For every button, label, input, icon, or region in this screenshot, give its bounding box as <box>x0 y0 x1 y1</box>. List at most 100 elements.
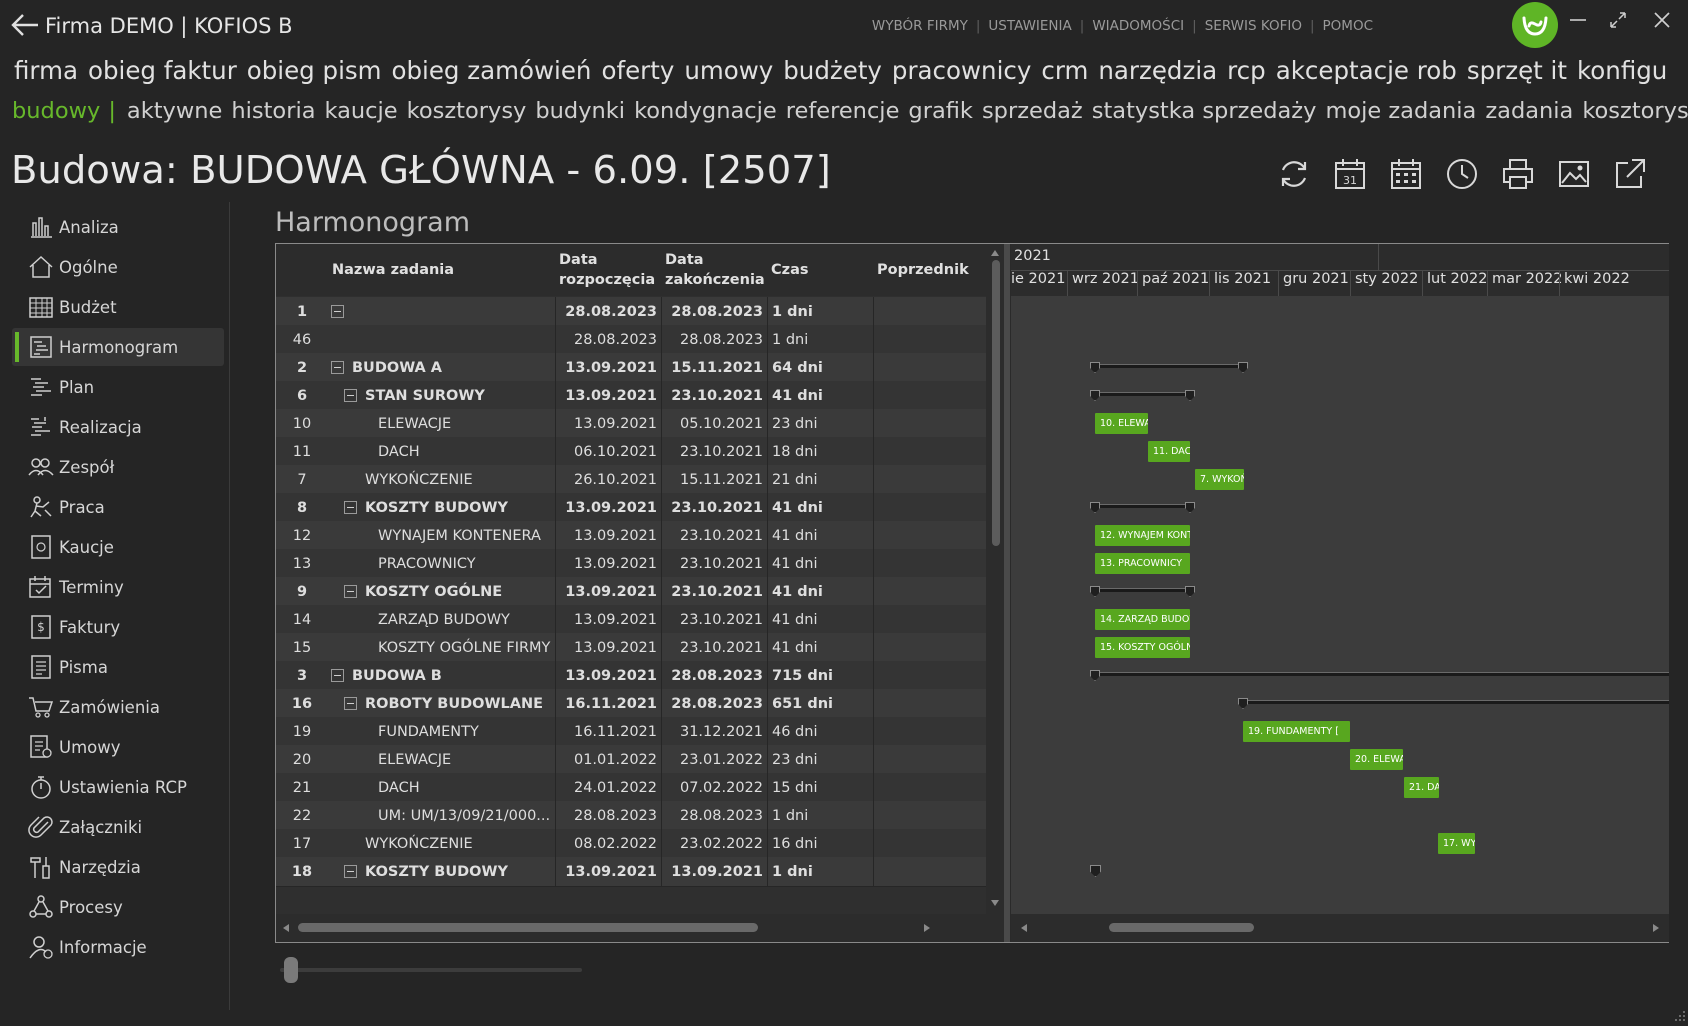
sidebar-item-procesy[interactable]: Procesy <box>12 888 224 926</box>
col-header-end[interactable]: Data zakończenia <box>661 244 767 296</box>
image-icon[interactable] <box>1556 156 1592 192</box>
table-row[interactable]: 3 BUDOWA B 13.09.2021 28.08.2023 715 dni <box>276 661 986 691</box>
sidebar-item-harmonogram[interactable]: Harmonogram <box>12 328 224 366</box>
subnav-kosztorysy[interactable]: kosztorysy <box>407 98 527 124</box>
nav-pracownicy[interactable]: pracownicy <box>892 56 1031 85</box>
close-icon[interactable] <box>1651 9 1673 31</box>
table-row[interactable]: 14 ZARZĄD BUDOWY 13.09.2021 23.10.2021 41 dn… <box>276 605 986 635</box>
subnav-historia[interactable]: historia <box>231 98 315 124</box>
gantt-milestone[interactable] <box>1090 865 1101 877</box>
sidebar-item-kaucje[interactable]: Kaucje <box>12 528 224 566</box>
gantt-task-bar[interactable]: 7. WYKOŃCZENIE <box>1195 469 1244 490</box>
zoom-slider-thumb[interactable] <box>284 957 298 983</box>
gantt-task-bar[interactable]: 10. ELEWACJE <box>1095 413 1148 434</box>
table-row[interactable]: 21 DACH 24.01.2022 07.02.2022 15 dni <box>276 773 986 803</box>
table-row[interactable]: 9 KOSZTY OGÓLNE 13.09.2021 23.10.2021 41 dni <box>276 577 986 607</box>
minimize-icon[interactable] <box>1567 9 1589 31</box>
link-choose-company[interactable]: WYBÓR FIRMY <box>872 18 968 34</box>
gantt-task-bar[interactable]: 21. DACH <box>1404 777 1439 798</box>
refresh-icon[interactable] <box>1276 156 1312 192</box>
nav-obieg-pism[interactable]: obieg pism <box>247 56 382 85</box>
collapse-toggle-icon[interactable] <box>344 501 357 514</box>
chart-horizontal-scroll-thumb[interactable] <box>1109 923 1254 932</box>
nav-obieg-zamowien[interactable]: obieg zamówień <box>392 56 592 85</box>
gantt-task-bar[interactable]: 14. ZARZĄD BUDOWY <box>1095 609 1190 630</box>
collapse-toggle-icon[interactable] <box>344 697 357 710</box>
subnav-kosztorysy-2[interactable]: kosztorysy <box>1582 98 1688 124</box>
table-row[interactable]: 12 WYNAJEM KONTENERA 13.09.2021 23.10.2021 4… <box>276 521 986 551</box>
nav-narzedzia[interactable]: narzędzia <box>1098 56 1217 85</box>
clock-icon[interactable] <box>1444 156 1480 192</box>
sidebar-item-ogolne[interactable]: Ogólne <box>12 248 224 286</box>
subnav-grafik[interactable]: grafik <box>908 98 973 124</box>
sidebar-item-zalaczniki[interactable]: Załączniki <box>12 808 224 846</box>
collapse-toggle-icon[interactable] <box>331 305 344 318</box>
col-header-predecessor[interactable]: Poprzednik <box>873 244 986 296</box>
scroll-left-icon[interactable] <box>283 924 289 932</box>
col-header-duration[interactable]: Czas <box>767 244 873 296</box>
link-messages[interactable]: WIADOMOŚCI <box>1092 18 1184 34</box>
gantt-task-bar[interactable]: 15. KOSZTY OGÓLNE FIRMY <box>1095 637 1190 658</box>
nav-sprzet-it[interactable]: sprzęt it <box>1467 56 1567 85</box>
subnav-moje-zadania[interactable]: moje zadania <box>1325 98 1476 124</box>
chart-scroll-left-icon[interactable] <box>1021 924 1027 932</box>
nav-rcp[interactable]: rcp <box>1227 56 1266 85</box>
gantt-task-bar[interactable]: 17. WYKOŃCZENIE <box>1438 833 1475 854</box>
calendar-month-icon[interactable] <box>1388 156 1424 192</box>
scroll-up-icon[interactable] <box>991 250 999 256</box>
subnav-kondygnacje[interactable]: kondygnacje <box>634 98 777 124</box>
table-row[interactable]: 2 BUDOWA A 13.09.2021 15.11.2021 64 dni <box>276 353 986 383</box>
table-row[interactable]: 13 PRACOWNICY 13.09.2021 23.10.2021 41 dni <box>276 549 986 579</box>
sidebar-item-praca[interactable]: Praca <box>12 488 224 526</box>
subnav-zadania[interactable]: zadania <box>1485 98 1573 124</box>
sidebar-item-zespol[interactable]: Zespół <box>12 448 224 486</box>
back-arrow-icon[interactable] <box>10 12 40 38</box>
grid-horizontal-scroll-thumb[interactable] <box>298 923 758 932</box>
calendar-day-icon[interactable]: 31 <box>1332 156 1368 192</box>
sidebar-item-pisma[interactable]: Pisma <box>12 648 224 686</box>
nav-crm[interactable]: crm <box>1041 56 1088 85</box>
sidebar-item-zamowienia[interactable]: Zamówienia <box>12 688 224 726</box>
col-header-start[interactable]: Data rozpoczęcia <box>555 244 661 296</box>
table-row[interactable]: 46 28.08.2023 28.08.2023 1 dni <box>276 325 986 355</box>
table-row[interactable]: 11 DACH 06.10.2021 23.10.2021 18 dni <box>276 437 986 467</box>
sidebar-item-plan[interactable]: Plan <box>12 368 224 406</box>
gantt-task-bar[interactable]: 19. FUNDAMENTY [ <box>1243 721 1350 742</box>
maximize-icon[interactable] <box>1607 9 1629 31</box>
gantt-task-bar[interactable]: 12. WYNAJEM KONTENERA <box>1095 525 1190 546</box>
gantt-task-bar[interactable]: 20. ELEWACJE <box>1350 749 1403 770</box>
external-link-icon[interactable] <box>1612 156 1648 192</box>
sidebar-item-budzet[interactable]: Budżet <box>12 288 224 326</box>
nav-firma[interactable]: firma <box>14 56 78 85</box>
sidebar-item-terminy[interactable]: Terminy <box>12 568 224 606</box>
collapse-toggle-icon[interactable] <box>344 865 357 878</box>
grid-chart-splitter[interactable] <box>1004 244 1010 942</box>
zoom-slider-track[interactable] <box>280 968 582 972</box>
table-row[interactable]: 7 WYKOŃCZENIE 26.10.2021 15.11.2021 21 dni <box>276 465 986 495</box>
table-row[interactable]: 19 FUNDAMENTY 16.11.2021 31.12.2021 46 dni <box>276 717 986 747</box>
table-row[interactable]: 16 ROBOTY BUDOWLANE 16.11.2021 28.08.2023 65… <box>276 689 986 719</box>
link-settings[interactable]: USTAWIENIA <box>988 18 1071 34</box>
table-row[interactable]: 18 KOSZTY BUDOWY 13.09.2021 13.09.2021 1 dni <box>276 857 986 887</box>
sidebar-item-narzedzia[interactable]: Narzędzia <box>12 848 224 886</box>
nav-obieg-faktur[interactable]: obieg faktur <box>88 56 237 85</box>
sidebar-item-informacje[interactable]: Informacje <box>12 928 224 966</box>
gantt-summary-bar[interactable] <box>1090 390 1195 401</box>
table-row[interactable]: 6 STAN SUROWY 13.09.2021 23.10.2021 41 dni <box>276 381 986 411</box>
collapse-toggle-icon[interactable] <box>344 585 357 598</box>
scroll-right-icon[interactable] <box>924 924 930 932</box>
link-help[interactable]: POMOC <box>1323 18 1373 34</box>
kofio-logo[interactable] <box>1512 2 1558 48</box>
subnav-kaucje[interactable]: kaucje <box>325 98 398 124</box>
nav-umowy[interactable]: umowy <box>684 56 773 85</box>
subnav-aktywne[interactable]: aktywne <box>127 98 222 124</box>
subnav-statystka-sprzedazy[interactable]: statystka sprzedaży <box>1092 98 1317 124</box>
sidebar-item-analiza[interactable]: Analiza <box>12 208 224 246</box>
table-row[interactable]: 20 ELEWACJE 01.01.2022 23.01.2022 23 dni <box>276 745 986 775</box>
gantt-task-bar[interactable]: 13. PRACOWNICY <box>1095 553 1190 574</box>
sidebar-item-umowy[interactable]: Umowy <box>12 728 224 766</box>
nav-akceptacje-rob[interactable]: akceptacje rob <box>1276 56 1457 85</box>
table-row[interactable]: 8 KOSZTY BUDOWY 13.09.2021 23.10.2021 41 dni <box>276 493 986 523</box>
gantt-summary-bar[interactable] <box>1238 698 1669 709</box>
table-row[interactable]: 22 UM: UM/13/09/21/000... 28.08.2023 28.08.… <box>276 801 986 831</box>
